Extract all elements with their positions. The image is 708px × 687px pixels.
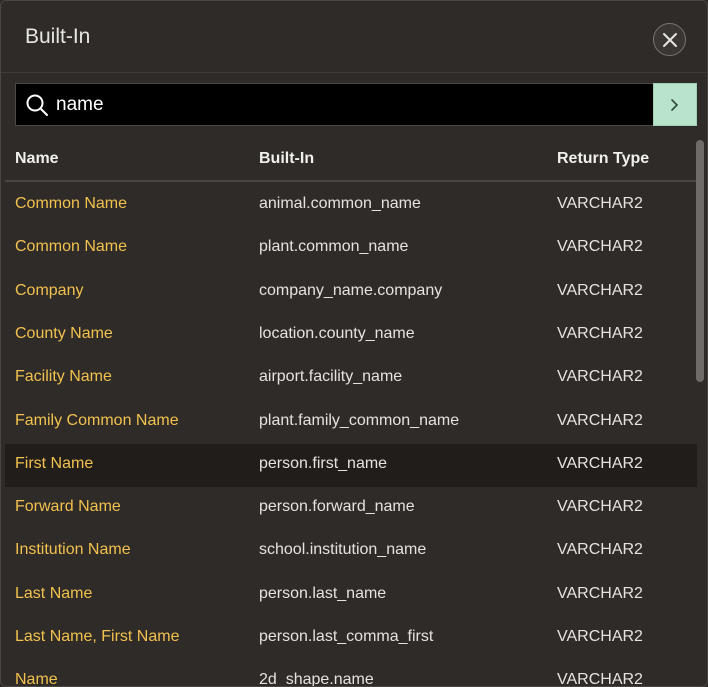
column-header-return-type[interactable]: Return Type xyxy=(557,150,649,168)
row-name-link[interactable]: Company xyxy=(15,282,83,300)
row-built-in: school.institution_name xyxy=(259,541,427,559)
row-built-in: company_name.company xyxy=(259,281,443,299)
row-return-type: VARCHAR2 xyxy=(557,195,643,212)
row-name-link[interactable]: Last Name xyxy=(15,585,92,603)
dialog-header: Built-In xyxy=(1,1,707,73)
table-row[interactable]: Facility Name airport.facility_name VARCHA… xyxy=(5,357,697,400)
row-built-in: airport.facility_name xyxy=(259,368,403,386)
close-button[interactable] xyxy=(653,23,686,56)
built-in-dialog: Built-In Name Built-In Return Type Comm xyxy=(0,0,708,687)
row-return-type: VARCHAR2 xyxy=(557,671,643,687)
table-row[interactable]: Last Name person.last_name VARCHAR2 xyxy=(5,574,697,617)
row-built-in: person.last_comma_first xyxy=(259,628,434,645)
row-built-in: person.first_name xyxy=(259,454,388,472)
table-row[interactable]: Last Name, First Name person.last_comma_f… xyxy=(5,617,697,660)
row-return-type: VARCHAR2 xyxy=(557,324,643,342)
row-built-in: 2d_shape.name xyxy=(259,671,374,687)
row-return-type: VARCHAR2 xyxy=(557,411,643,429)
row-return-type: VARCHAR2 xyxy=(557,498,643,516)
row-name-link[interactable]: County Name xyxy=(15,325,113,343)
row-name-link[interactable]: Common Name xyxy=(15,195,127,213)
row-return-type: VARCHAR2 xyxy=(557,281,643,299)
row-built-in: location.county_name xyxy=(259,324,415,342)
row-name-link[interactable]: First Name xyxy=(15,455,93,473)
built-in-table: Name Built-In Return Type Common Name ani… xyxy=(5,138,697,687)
row-built-in: person.forward_name xyxy=(259,498,415,516)
chevron-right-icon xyxy=(671,98,679,111)
row-return-type: VARCHAR2 xyxy=(557,541,643,559)
row-name-link[interactable]: Name xyxy=(15,671,58,686)
column-header-built-in[interactable]: Built-In xyxy=(259,150,314,168)
table-row[interactable]: Institution Name school.institution_name V… xyxy=(5,530,697,573)
row-return-type: VARCHAR2 xyxy=(557,238,643,256)
row-built-in: plant.common_name xyxy=(259,238,409,256)
table-row[interactable]: Family Common Name plant.family_common_na… xyxy=(5,401,697,444)
row-built-in: plant.family_common_name xyxy=(259,411,460,429)
row-return-type: VARCHAR2 xyxy=(557,368,643,386)
column-header-name[interactable]: Name xyxy=(15,150,59,168)
search-input[interactable] xyxy=(56,84,646,125)
scrollbar-thumb[interactable] xyxy=(696,140,704,382)
search-go-button[interactable] xyxy=(653,83,697,126)
search-icon xyxy=(26,94,48,116)
row-name-link[interactable]: Family Common Name xyxy=(15,412,179,430)
search-field[interactable] xyxy=(15,83,653,126)
row-name-link[interactable]: Facility Name xyxy=(15,368,112,386)
table-row[interactable]: Common Name plant.common_name VARCHAR2 xyxy=(5,227,697,270)
table-header: Name Built-In Return Type xyxy=(5,138,697,182)
row-name-link[interactable]: Last Name, First Name xyxy=(15,628,179,646)
dialog-title: Built-In xyxy=(25,25,91,48)
row-name-link[interactable]: Common Name xyxy=(15,238,127,256)
table-row[interactable]: Name 2d_shape.name VARCHAR2 xyxy=(5,660,697,687)
row-built-in: animal.common_name xyxy=(259,195,421,212)
table-row[interactable]: Forward Name person.forward_name VARCHAR2 xyxy=(5,487,697,530)
search-bar xyxy=(15,83,697,126)
row-built-in: person.last_name xyxy=(259,584,387,602)
table-row[interactable]: Company company_name.company VARCHAR2 xyxy=(5,271,697,314)
table-row[interactable]: County Name location.county_name VARCHAR2 xyxy=(5,314,697,357)
close-icon xyxy=(662,32,677,47)
table-row[interactable]: Common Name animal.common_name VARCHAR2 xyxy=(5,184,697,227)
row-return-type: VARCHAR2 xyxy=(557,628,643,645)
row-return-type: VARCHAR2 xyxy=(557,584,643,602)
row-name-link[interactable]: Institution Name xyxy=(15,541,131,559)
table-row[interactable]: First Name person.first_name VARCHAR2 xyxy=(5,443,697,487)
row-name-link[interactable]: Forward Name xyxy=(15,498,121,516)
row-return-type: VARCHAR2 xyxy=(557,454,643,472)
